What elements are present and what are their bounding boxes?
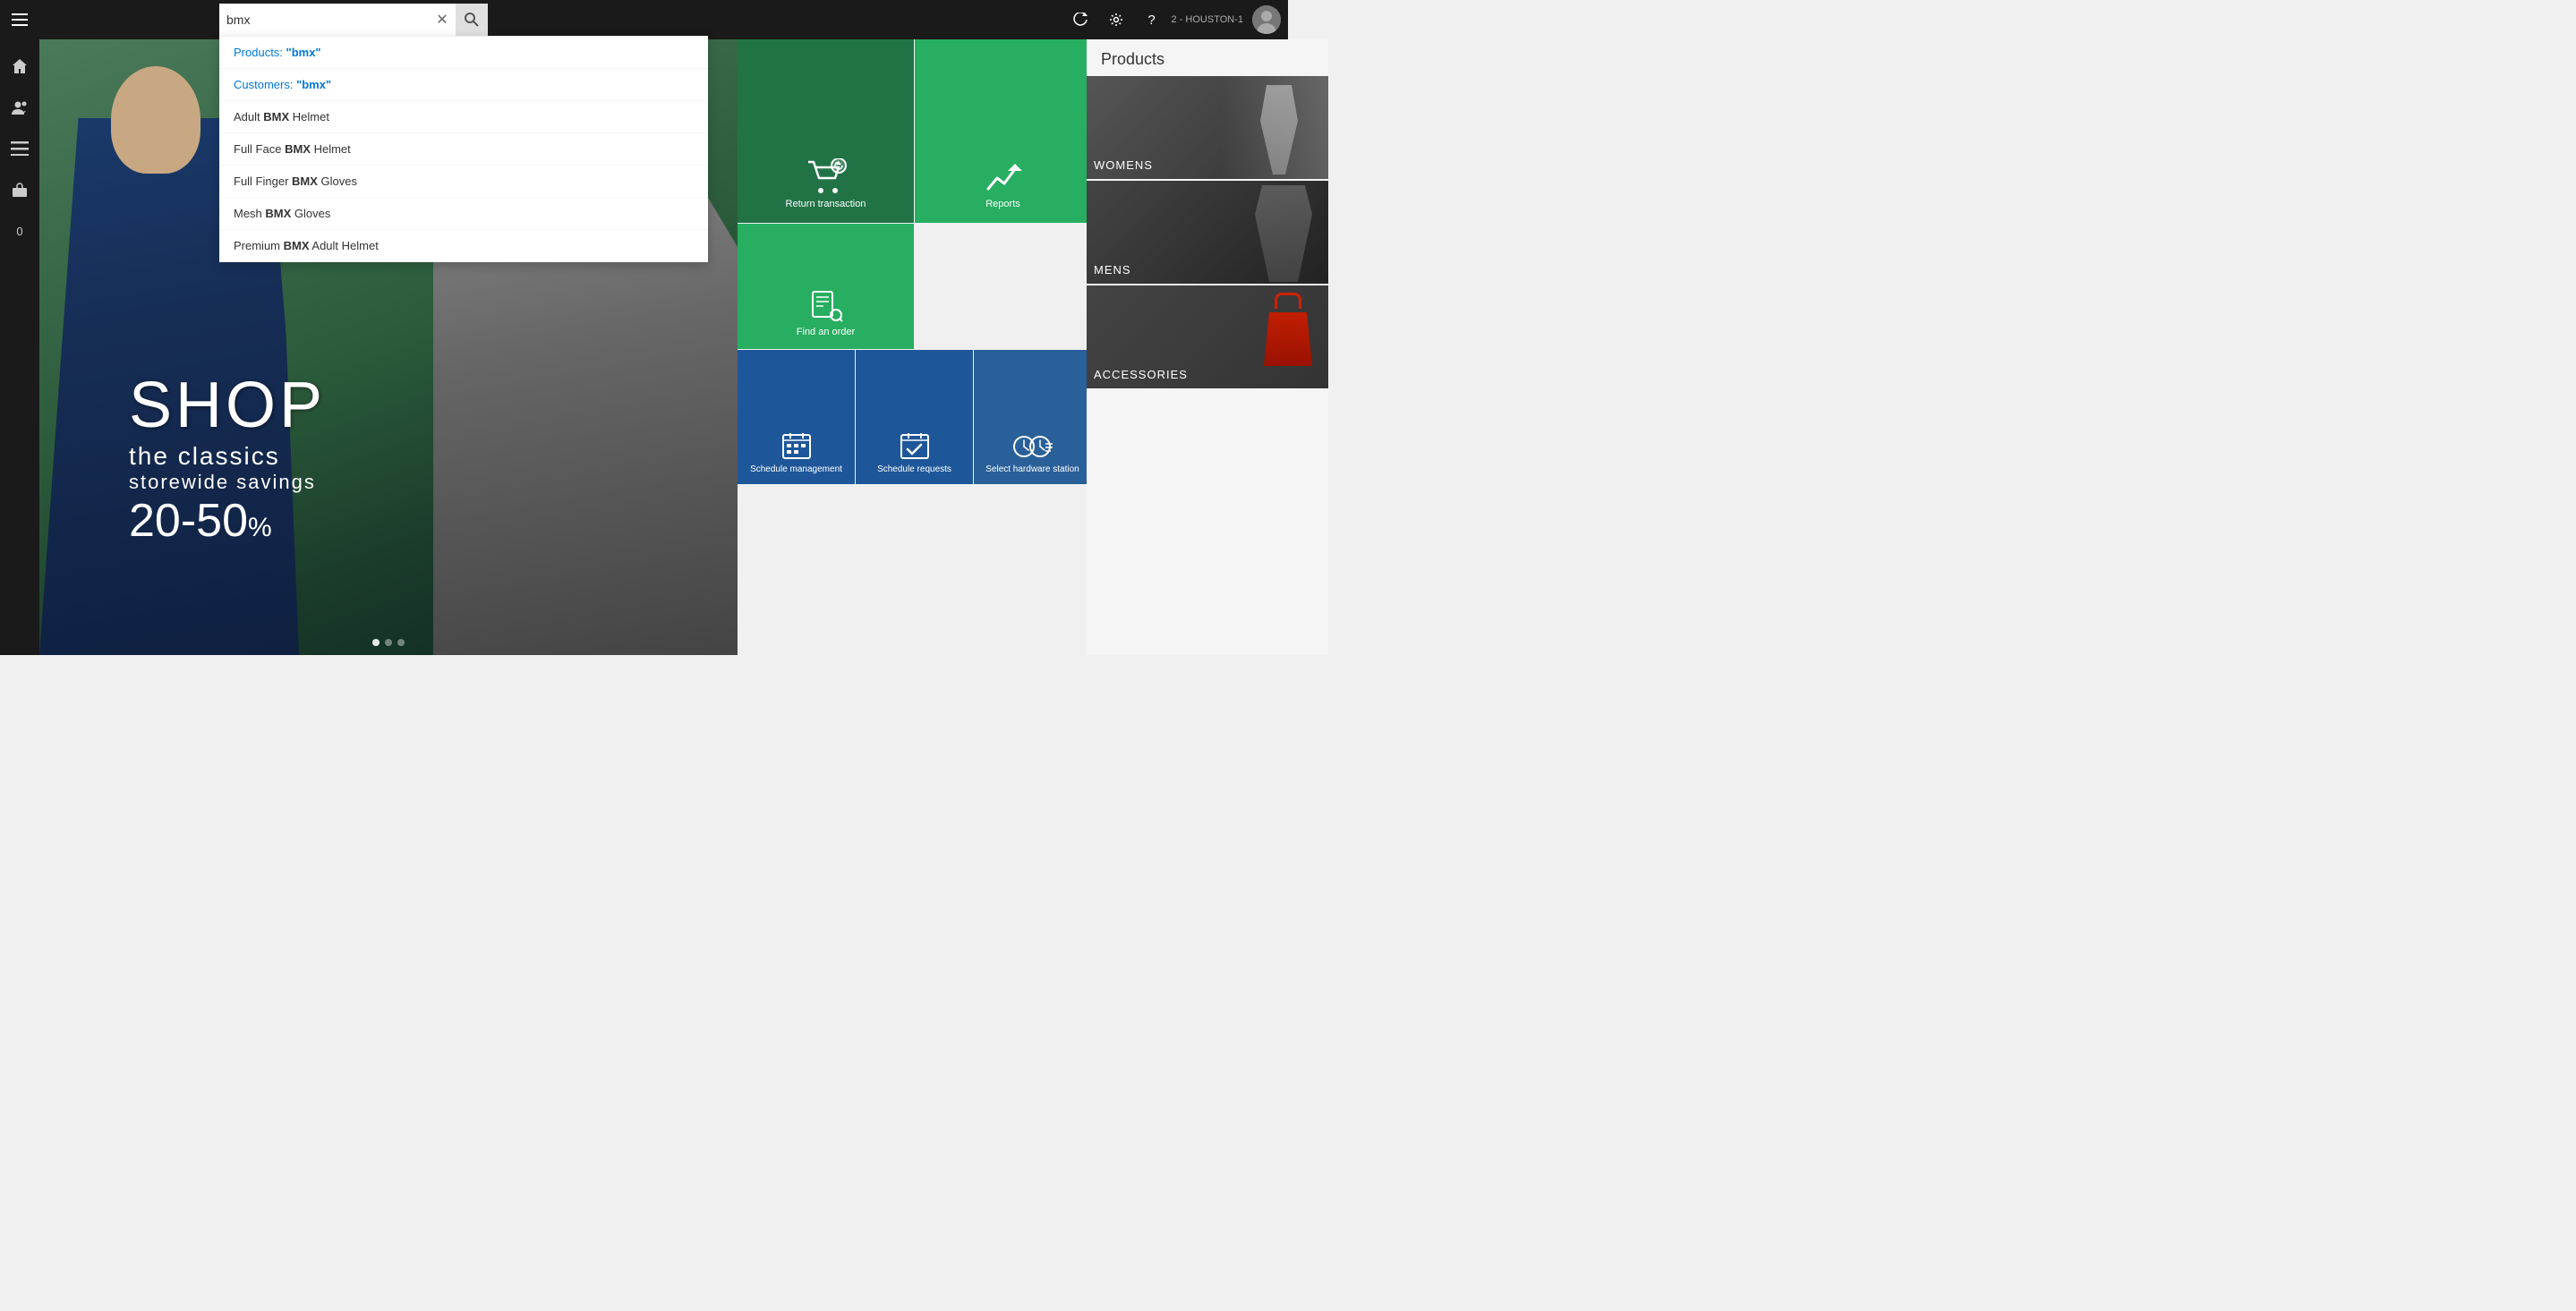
find-order-icon [809,290,843,322]
sidebar-customers-icon[interactable] [0,88,39,127]
product-tile-womens[interactable]: WOMENS [1087,76,1328,179]
search-input[interactable] [219,13,429,27]
dot-3[interactable] [397,639,405,646]
search-result-2[interactable]: Full Face BMX Helmet [219,133,708,166]
tiles-row-1: Return transaction Reports [738,39,1091,223]
schedule-requests-icon [900,431,930,460]
product-mens-label: MENS [1094,263,1131,277]
hero-shop-text: SHOP [129,369,326,442]
find-order-label: Find an order [797,326,855,338]
product-accessories-label: ACCESSORIES [1094,368,1188,381]
product-womens-label: WOMENS [1094,158,1153,172]
products-panel-title: Products [1087,39,1328,76]
select-hardware-station-label: Select hardware station [985,464,1079,475]
hero-savings-text: storewide savings [129,471,326,494]
sidebar-cart-badge[interactable]: 0 [0,211,39,251]
select-hardware-station-tile[interactable]: Select hardware station [974,350,1091,484]
tiles-row-2: Find an order [738,224,1091,349]
hero-classics-text: the classics [129,442,326,471]
search-result-3[interactable]: Full Finger BMX Gloves [219,166,708,198]
search-dropdown: Products: "bmx" Customers: "bmx" Adult B… [219,36,708,262]
hero-text: SHOP the classics storewide savings 20-5… [129,369,326,548]
tiles-area: Return transaction Reports [738,39,1091,655]
search-suggestion-customers[interactable]: Customers: "bmx" [219,69,708,101]
sidebar-menu-icon[interactable] [0,129,39,168]
search-suggestion-products[interactable]: Products: "bmx" [219,37,708,69]
search-clear-button[interactable]: ✕ [429,4,456,36]
cart-count: 0 [16,225,22,238]
hamburger-menu[interactable] [0,0,39,39]
search-container: ✕ [219,4,488,36]
sidebar-home-icon[interactable] [0,47,39,86]
schedule-management-icon [781,431,812,460]
tiles-row-3: Schedule management Schedule requests [738,350,1091,484]
return-transaction-tile[interactable]: Return transaction [738,39,914,223]
store-label: 2 - HOUSTON-1 [1172,14,1243,25]
sidebar-products-icon[interactable] [0,170,39,209]
dot-1[interactable] [372,639,380,646]
product-tile-mens[interactable]: MENS [1087,181,1328,284]
top-bar: ✕ ? 2 - HOUSTON-1 [0,0,1288,39]
schedule-management-tile[interactable]: Schedule management [738,350,855,484]
settings-button[interactable] [1100,0,1132,39]
help-button[interactable]: ? [1136,0,1168,39]
search-result-5[interactable]: Premium BMX Adult Helmet [219,230,708,262]
select-hardware-station-icon [1013,433,1053,460]
return-transaction-label: Return transaction [786,198,866,210]
schedule-requests-label: Schedule requests [877,464,951,475]
product-tile-accessories[interactable]: ACCESSORIES [1087,285,1328,388]
dot-2[interactable] [385,639,392,646]
products-panel: Products WOMENS MENS ACCESSORIES [1087,39,1328,655]
hero-discount-text: 20-50% [129,494,326,548]
refresh-button[interactable] [1064,0,1096,39]
top-bar-right: ? 2 - HOUSTON-1 [1064,0,1281,39]
reports-icon [985,162,1022,194]
left-sidebar: 0 [0,39,39,655]
schedule-requests-tile[interactable]: Schedule requests [856,350,973,484]
search-result-1[interactable]: Adult BMX Helmet [219,101,708,133]
return-transaction-icon [805,158,848,194]
schedule-management-label: Schedule management [750,464,842,475]
reports-label: Reports [985,198,1020,210]
reports-tile[interactable]: Reports [915,39,1091,223]
search-result-4[interactable]: Mesh BMX Gloves [219,198,708,230]
find-order-tile[interactable]: Find an order [738,224,914,349]
user-avatar[interactable] [1252,5,1281,34]
search-submit-button[interactable] [456,4,488,36]
hero-dots [372,639,405,646]
